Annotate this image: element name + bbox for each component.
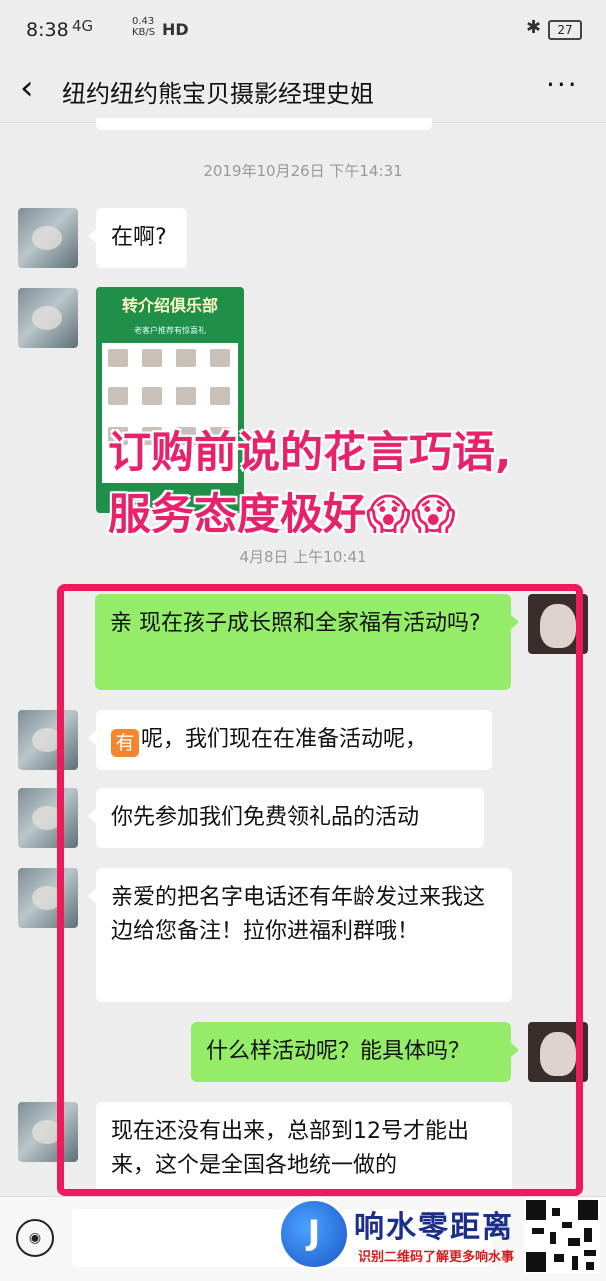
previous-message-bubble (96, 118, 432, 130)
bluetooth-icon: ✱ (526, 17, 542, 38)
back-icon[interactable]: ‹ (20, 68, 34, 108)
watermark: J 响水零距离 识别二维码了解更多响水事 (278, 1196, 606, 1280)
brand-name: 响水零距离 (354, 1210, 514, 1245)
image-title: 转介绍俱乐部 (121, 296, 218, 315)
brand-tagline: 识别二维码了解更多响水事 (358, 1250, 515, 1265)
contact-avatar[interactable] (18, 208, 78, 268)
qr-code (524, 1198, 600, 1274)
more-icon[interactable]: ··· (546, 68, 579, 101)
voice-icon[interactable]: ◉ (16, 1219, 54, 1257)
chat-header: ‹ 纽约纽约熊宝贝摄影经理史姐 ··· (0, 60, 606, 123)
overlay-caption-line2: 服务态度极好😱😱 (108, 490, 456, 540)
highlight-frame (57, 584, 583, 1196)
chat-title: 纽约纽约熊宝贝摄影经理史姐 (62, 80, 374, 108)
status-time: 8:38 (26, 19, 69, 41)
received-message[interactable]: 在啊? (88, 208, 187, 268)
battery-icon: 27 (548, 20, 582, 40)
timestamp: 2019年10月26日 下午14:31 (203, 162, 403, 180)
net-speed: 0.43 KB/S (132, 16, 156, 38)
image-subtitle: 老客户推荐有惊喜礼 (134, 326, 206, 335)
hd-label: HD (162, 20, 189, 39)
overlay-caption-line1: 订购前说的花言巧语, (108, 428, 512, 478)
timestamp: 4月8日 上午10:41 (239, 548, 367, 566)
status-bar: 8:38 4G 0.43 KB/S HD ✱ 27 (0, 0, 606, 60)
brand-logo: J (278, 1198, 350, 1270)
contact-avatar[interactable] (18, 288, 78, 348)
signal-icon: 4G (72, 17, 94, 35)
